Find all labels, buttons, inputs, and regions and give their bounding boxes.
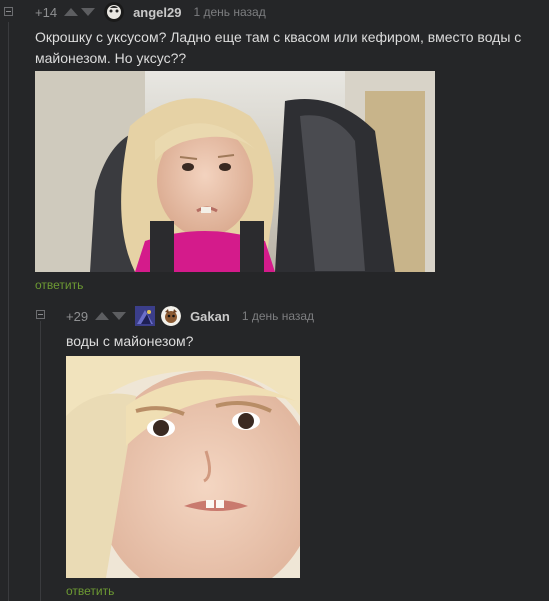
- badge-icon: [135, 306, 156, 326]
- downvote-icon[interactable]: [112, 312, 127, 320]
- comment2-username[interactable]: Gakan: [190, 309, 230, 324]
- comment2-reply-link[interactable]: ответить: [66, 584, 114, 598]
- comment2-timestamp: 1 день назад: [241, 309, 315, 323]
- comment1-image[interactable]: [35, 71, 435, 272]
- comment1-rating: +14: [35, 4, 58, 20]
- comment1-username[interactable]: angel29: [133, 5, 181, 20]
- comment1-text: Окрошку с уксусом? Ладно еще там с квасо…: [35, 29, 522, 66]
- comment2-rating: +29: [66, 308, 89, 324]
- avatar[interactable]: [161, 306, 182, 326]
- thread-line-root: [8, 22, 9, 601]
- collapse-toggle-comment1[interactable]: [4, 7, 13, 16]
- comment1-timestamp: 1 день назад: [193, 5, 266, 19]
- avatar[interactable]: [104, 2, 125, 22]
- comment1-reply-link[interactable]: ответить: [35, 278, 83, 292]
- thread-line-reply: [40, 321, 41, 601]
- collapse-toggle-comment2[interactable]: [36, 310, 45, 319]
- comment2-text: воды с майонезом?: [66, 333, 194, 349]
- comment2-image[interactable]: [66, 356, 300, 578]
- comment2-header: +29 Gakan 1 день назад: [66, 305, 314, 327]
- upvote-icon[interactable]: [64, 8, 79, 16]
- downvote-icon[interactable]: [81, 8, 96, 16]
- upvote-icon[interactable]: [95, 312, 110, 320]
- comment1-header: +14 angel29 1 день назад: [35, 1, 266, 23]
